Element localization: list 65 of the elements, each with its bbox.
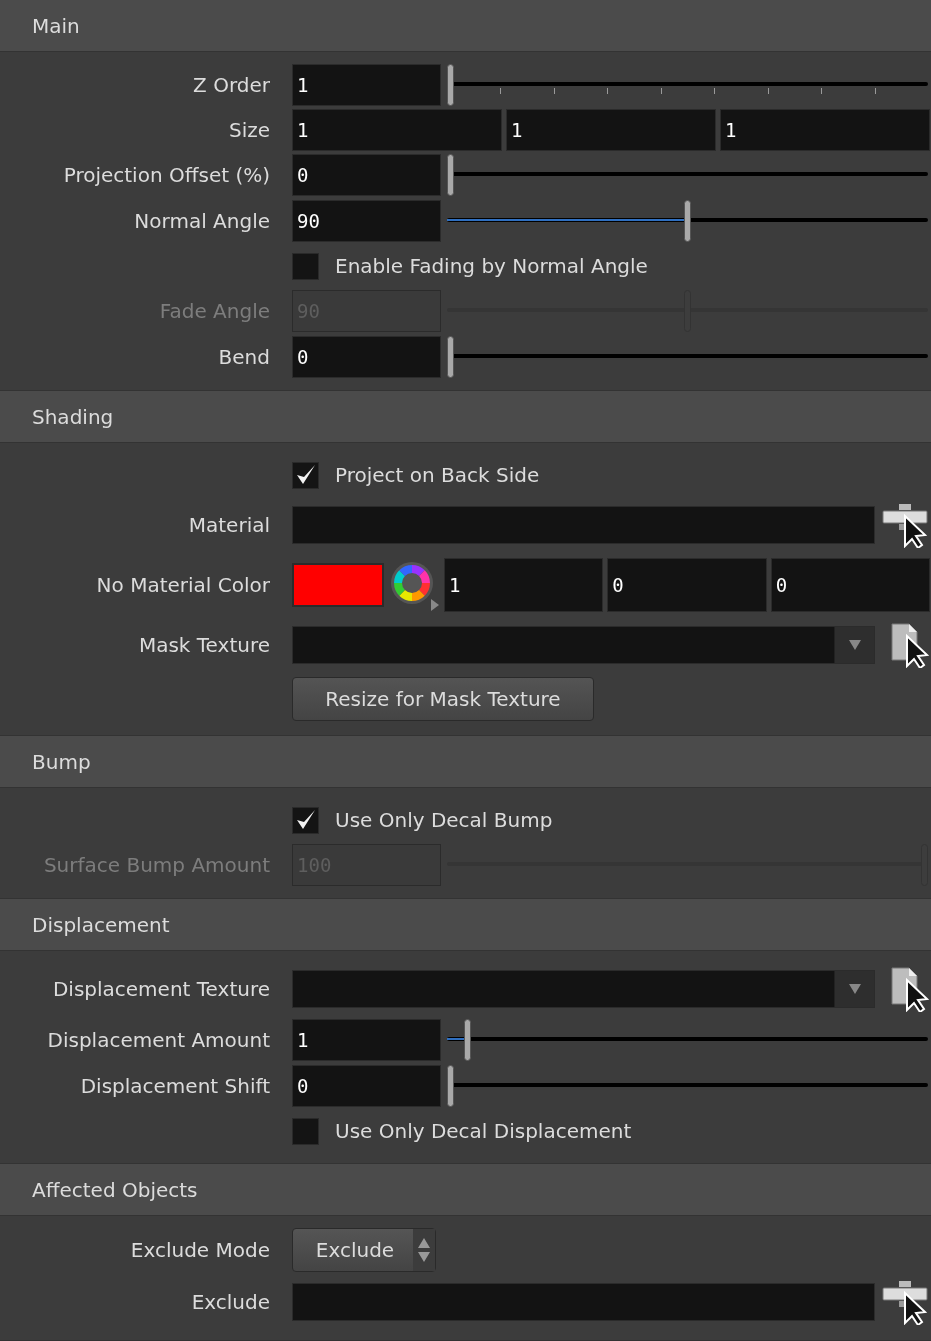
dropdown-arrow-icon [848, 640, 861, 650]
section-header[interactable]: Affected Objects [32, 1174, 198, 1205]
field-label: Surface Bump Amount [43, 853, 270, 877]
resize-button[interactable]: Resize for Mask Texture [292, 677, 594, 721]
number-field[interactable]: 1 [506, 109, 716, 151]
checkbox-label: Use Only Decal Displacement [335, 1118, 632, 1145]
slider-thumb[interactable] [447, 1065, 454, 1107]
checkbox[interactable] [292, 806, 319, 834]
mode-menu[interactable]: Exclude [292, 1228, 436, 1272]
file-icon[interactable] [889, 622, 931, 668]
slider-track[interactable] [447, 199, 928, 243]
field-label: Displacement Amount [47, 1028, 270, 1052]
number-field[interactable]: 0 [770, 558, 930, 612]
slider-track[interactable] [447, 153, 928, 197]
checkbox-label: Project on Back Side [335, 462, 540, 489]
field-label: Bend [218, 345, 270, 369]
object-field[interactable] [292, 506, 875, 544]
field-label: Projection Offset (%) [63, 163, 270, 187]
checkbox[interactable] [292, 461, 319, 489]
field-label: Normal Angle [134, 209, 270, 233]
number-field[interactable]: 1 [292, 64, 441, 106]
slider-track[interactable] [447, 335, 928, 379]
section-header[interactable]: Bump [32, 746, 91, 777]
slider-thumb[interactable] [447, 154, 454, 196]
slider-track[interactable] [447, 1064, 928, 1108]
section-header[interactable]: Shading [32, 401, 114, 432]
slider-thumb[interactable] [463, 1019, 471, 1061]
number-field[interactable]: 1 [444, 558, 604, 612]
checkbox-label: Use Only Decal Bump [335, 807, 553, 834]
slider-track[interactable] [447, 63, 928, 107]
field-label: Exclude Mode [130, 1238, 270, 1262]
field-label: Fade Angle [159, 299, 270, 323]
file-icon[interactable] [889, 966, 931, 1012]
field-label: Size [228, 118, 270, 142]
field-label: Exclude [191, 1290, 270, 1314]
slider-thumb[interactable] [447, 64, 454, 106]
number-field[interactable]: 0 [292, 336, 441, 378]
field-label: Material [188, 513, 270, 537]
field-label: Displacement Shift [80, 1074, 270, 1098]
field-label: Displacement Texture [52, 977, 270, 1001]
number-field[interactable]: 90 [292, 200, 441, 242]
field-label: Z Order [193, 73, 270, 97]
number-field[interactable]: 0 [292, 154, 441, 196]
section-header[interactable]: Displacement [32, 909, 170, 940]
number-field[interactable]: 1 [720, 109, 930, 151]
number-field[interactable]: 0 [292, 1065, 441, 1107]
slider-track[interactable] [447, 1018, 928, 1062]
slider-thumb[interactable] [684, 200, 691, 242]
checkbox-label: Enable Fading by Normal Angle [335, 253, 648, 280]
dropdown-arrow-icon [848, 984, 861, 994]
field-label: Mask Texture [138, 633, 270, 657]
color-swatch[interactable] [292, 563, 384, 607]
object-field[interactable] [292, 1283, 875, 1321]
picker-icon[interactable] [881, 1279, 931, 1325]
spinner-arrows-icon [418, 1237, 430, 1263]
checkbox[interactable] [292, 1117, 319, 1145]
checkbox[interactable] [292, 252, 319, 280]
section-header[interactable]: Main [32, 10, 80, 41]
number-field[interactable]: 1 [292, 1019, 441, 1061]
picker-icon[interactable] [881, 502, 931, 548]
number-field[interactable]: 1 [292, 109, 502, 151]
number-field[interactable]: 0 [607, 558, 767, 612]
color-wheel-icon[interactable] [388, 559, 440, 611]
field-label: No Material Color [96, 573, 270, 597]
slider-thumb[interactable] [447, 336, 454, 378]
